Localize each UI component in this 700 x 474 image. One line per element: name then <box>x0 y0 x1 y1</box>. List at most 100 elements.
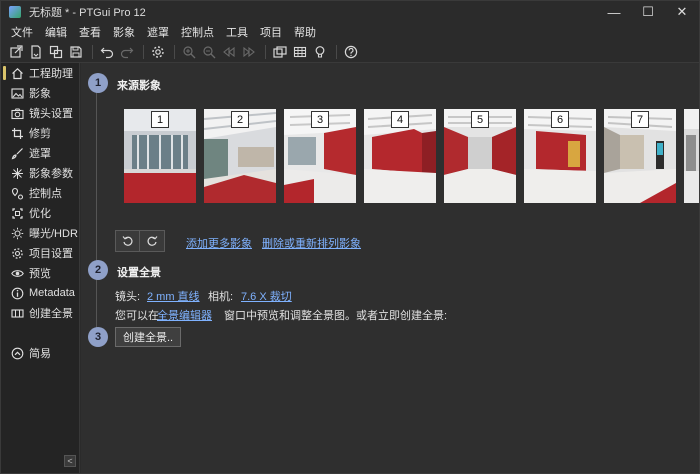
menu-file[interactable]: 文件 <box>5 24 39 40</box>
sidebar-item-image-parameters[interactable]: 影象参数 <box>1 163 79 183</box>
sidebar-item-optimize[interactable]: 优化 <box>1 203 79 223</box>
rotate-right-button[interactable] <box>140 230 165 252</box>
image-thumbnail[interactable]: 6 <box>524 109 596 203</box>
create-panorama-button[interactable]: 创建全景.. <box>115 327 182 347</box>
rotate-left-button[interactable] <box>115 230 140 252</box>
camera-value-link[interactable]: 7.6 X 裁切 <box>241 288 292 304</box>
panorama-editor-link[interactable]: 全景编辑器 <box>157 307 212 323</box>
step-3-badge: 3 <box>88 327 108 347</box>
brush-icon <box>11 147 24 160</box>
previous-icon[interactable] <box>220 43 238 61</box>
sidebar-item-exposure-hdr[interactable]: 曝光/HDR <box>1 223 79 243</box>
sidebar-item-label: 镜头设置 <box>29 108 73 120</box>
duplicate-icon[interactable] <box>47 43 65 61</box>
image-thumbnail[interactable]: 7 <box>604 109 676 203</box>
sidebar-item-label: 工程助理 <box>29 68 73 80</box>
menu-bar: 文件 编辑 查看 影象 遮罩 控制点 工具 项目 帮助 <box>1 23 322 41</box>
sidebar-item-images[interactable]: 影象 <box>1 83 79 103</box>
panorama-editor-icon[interactable] <box>271 43 289 61</box>
sidebar-item-mask[interactable]: 遮罩 <box>1 143 79 163</box>
sidebar-item-label: 优化 <box>29 208 51 220</box>
zoom-in-icon[interactable] <box>180 43 198 61</box>
sidebar-item-project-assistant[interactable]: 工程助理 <box>1 63 79 83</box>
gear-icon <box>11 247 24 260</box>
sidebar-item-simple-mode[interactable]: 简易 <box>1 343 79 363</box>
menu-images[interactable]: 影象 <box>107 24 141 40</box>
toolbar-divider <box>336 44 337 59</box>
image-thumbnail[interactable]: 3 <box>284 109 356 203</box>
image-thumbnail[interactable]: 4 <box>364 109 436 203</box>
bulb-icon[interactable] <box>311 43 329 61</box>
settings-icon[interactable] <box>149 43 167 61</box>
image-number-label: 2 <box>231 111 249 128</box>
camera-icon <box>11 107 24 120</box>
image-thumbnail[interactable]: 1 <box>124 109 196 203</box>
maximize-button[interactable]: ☐ <box>631 1 665 23</box>
save-icon[interactable] <box>67 43 85 61</box>
menu-edit[interactable]: 编辑 <box>39 24 73 40</box>
image-thumbnail[interactable]: 2 <box>204 109 276 203</box>
image-number-label: 5 <box>471 111 489 128</box>
camera-label: 相机: <box>208 291 234 303</box>
sidebar-item-label: 遮罩 <box>29 148 51 160</box>
window-title: 无标题 * - PTGui Pro 12 <box>29 7 146 19</box>
step-2-badge: 2 <box>88 260 108 280</box>
redo-icon[interactable] <box>118 43 136 61</box>
collapse-sidebar-button[interactable]: < <box>64 455 76 467</box>
toolbar <box>1 41 699 63</box>
title-bar: 无标题 * - PTGui Pro 12 — ☐ ✕ <box>1 1 699 23</box>
sidebar-item-label: 预览 <box>29 268 51 280</box>
image-thumbnail[interactable]: 5 <box>444 109 516 203</box>
step-connector <box>96 85 97 345</box>
close-button[interactable]: ✕ <box>665 1 699 23</box>
exposure-icon <box>11 227 24 240</box>
menu-help[interactable]: 帮助 <box>288 24 322 40</box>
rotate-controls <box>115 230 165 252</box>
project-assistant-panel: 1 来源影象 1 2 3 4 5 6 7 添加更多影象 删除或重新排列影象 2 … <box>81 63 699 473</box>
sidebar-item-preview[interactable]: 预览 <box>1 263 79 283</box>
menu-project[interactable]: 项目 <box>254 24 288 40</box>
sidebar-item-label: 曝光/HDR <box>29 228 78 240</box>
hint-suffix: 窗口中预览和调整全景图。或者立即创建全景: <box>224 310 448 322</box>
image-thumbnail-partial[interactable] <box>684 109 699 203</box>
toolbar-divider <box>143 44 144 59</box>
menu-tools[interactable]: 工具 <box>220 24 254 40</box>
image-number-label: 6 <box>551 111 569 128</box>
menu-view[interactable]: 查看 <box>73 24 107 40</box>
menu-control-points[interactable]: 控制点 <box>175 24 220 40</box>
minimize-button[interactable]: — <box>597 1 631 23</box>
hint-prefix: 您可以在 <box>115 310 159 322</box>
sidebar-item-project-settings[interactable]: 项目设置 <box>1 243 79 263</box>
toolbar-divider <box>265 44 266 59</box>
add-more-images-link[interactable]: 添加更多影象 <box>186 235 252 251</box>
next-icon[interactable] <box>240 43 258 61</box>
info-icon <box>11 287 24 300</box>
partial-photo <box>684 109 699 203</box>
sidebar-item-lens-settings[interactable]: 镜头设置 <box>1 103 79 123</box>
parameters-icon <box>11 167 24 180</box>
home-icon <box>11 67 24 80</box>
grid-icon[interactable] <box>291 43 309 61</box>
undo-icon[interactable] <box>98 43 116 61</box>
toolbar-divider <box>92 44 93 59</box>
sidebar-item-label: 影象参数 <box>29 168 73 180</box>
sidebar-item-label: 创建全景 <box>29 308 73 320</box>
zoom-out-icon[interactable] <box>200 43 218 61</box>
lens-value-link[interactable]: 2 mm 直线 <box>147 288 200 304</box>
image-number-label: 3 <box>311 111 329 128</box>
new-project-icon[interactable] <box>7 43 25 61</box>
remove-or-reorder-link[interactable]: 删除或重新排列影象 <box>262 235 361 251</box>
eye-icon <box>11 267 24 280</box>
sidebar: 工程助理 影象 镜头设置 修剪 遮罩 影象参数 控制点 优化 曝光/HDR 项目… <box>1 63 80 473</box>
sidebar-item-create-panorama[interactable]: 创建全景 <box>1 303 79 323</box>
sidebar-item-metadata[interactable]: Metadata <box>1 283 79 303</box>
help-icon[interactable] <box>342 43 360 61</box>
sidebar-item-control-points[interactable]: 控制点 <box>1 183 79 203</box>
open-icon[interactable] <box>27 43 45 61</box>
rotate-right-icon <box>147 236 158 246</box>
sidebar-item-label: 简易 <box>29 348 51 360</box>
menu-mask[interactable]: 遮罩 <box>141 24 175 40</box>
sidebar-item-label: 项目设置 <box>29 248 73 260</box>
lens-label: 镜头: <box>115 291 141 303</box>
sidebar-item-crop[interactable]: 修剪 <box>1 123 79 143</box>
